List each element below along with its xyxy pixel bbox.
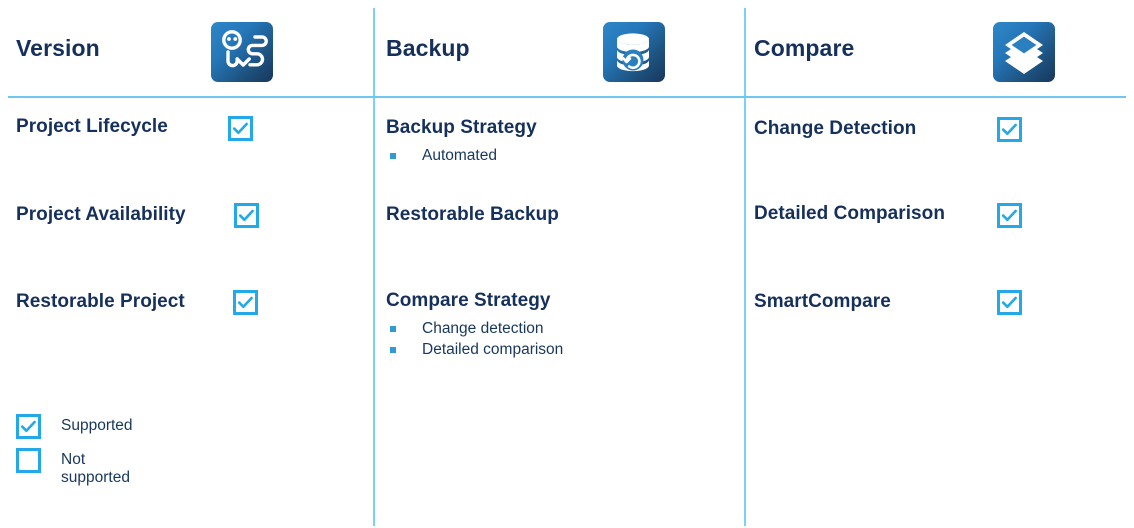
- feature-row: SmartCompare: [754, 291, 891, 313]
- feature-sublist: Automated: [386, 145, 537, 166]
- feature-label: Change Detection: [754, 118, 917, 139]
- column-header-backup: Backup: [375, 0, 744, 96]
- feature-row: Detailed Comparison: [754, 203, 945, 225]
- legend-checkbox-not-supported: [16, 448, 41, 473]
- feature-label: Restorable Project: [16, 291, 185, 312]
- legend-label: Not supported: [61, 451, 130, 486]
- feature-sub-item: Automated: [386, 145, 537, 166]
- legend-label: Supported: [61, 417, 133, 434]
- feature-label: Project Lifecycle: [16, 116, 168, 137]
- legend-checkbox-supported: [16, 414, 41, 439]
- feature-sublist: Change detection Detailed comparison: [386, 318, 563, 360]
- feature-label: SmartCompare: [754, 291, 891, 312]
- feature-label: Project Availability: [16, 204, 186, 225]
- feature-row: Project Availability: [16, 204, 186, 226]
- version-branch-icon: [211, 22, 273, 82]
- layers-stack-icon: [993, 22, 1055, 82]
- feature-checkbox[interactable]: [233, 290, 258, 315]
- database-restore-icon: [603, 22, 665, 82]
- feature-label: Restorable Backup: [386, 204, 559, 225]
- column-title-version: Version: [16, 35, 100, 61]
- header-divider: [8, 96, 1126, 98]
- feature-row: Restorable Backup: [386, 204, 559, 226]
- feature-checkbox[interactable]: [997, 117, 1022, 142]
- column-title-compare: Compare: [754, 35, 855, 61]
- feature-checkbox[interactable]: [228, 116, 253, 141]
- column-title-backup: Backup: [386, 35, 470, 61]
- feature-row: Restorable Project: [16, 291, 185, 313]
- feature-checkbox[interactable]: [997, 203, 1022, 228]
- feature-comparison-slide: Version Project Lifecycle Project Availa…: [0, 0, 1134, 528]
- feature-label: Backup Strategy: [386, 117, 537, 138]
- feature-row: Project Lifecycle: [16, 116, 168, 138]
- feature-checkbox[interactable]: [997, 290, 1022, 315]
- feature-label: Detailed Comparison: [754, 203, 945, 224]
- column-header-compare: Compare: [746, 0, 1134, 96]
- feature-row: Compare Strategy Change detection Detail…: [386, 290, 563, 360]
- feature-row: Backup Strategy Automated: [386, 117, 537, 166]
- feature-label: Compare Strategy: [386, 290, 551, 311]
- column-header-version: Version: [0, 0, 373, 96]
- feature-checkbox[interactable]: [234, 203, 259, 228]
- feature-sub-item: Change detection: [386, 318, 563, 339]
- feature-row: Change Detection: [754, 118, 916, 140]
- feature-sub-item: Detailed comparison: [386, 339, 563, 360]
